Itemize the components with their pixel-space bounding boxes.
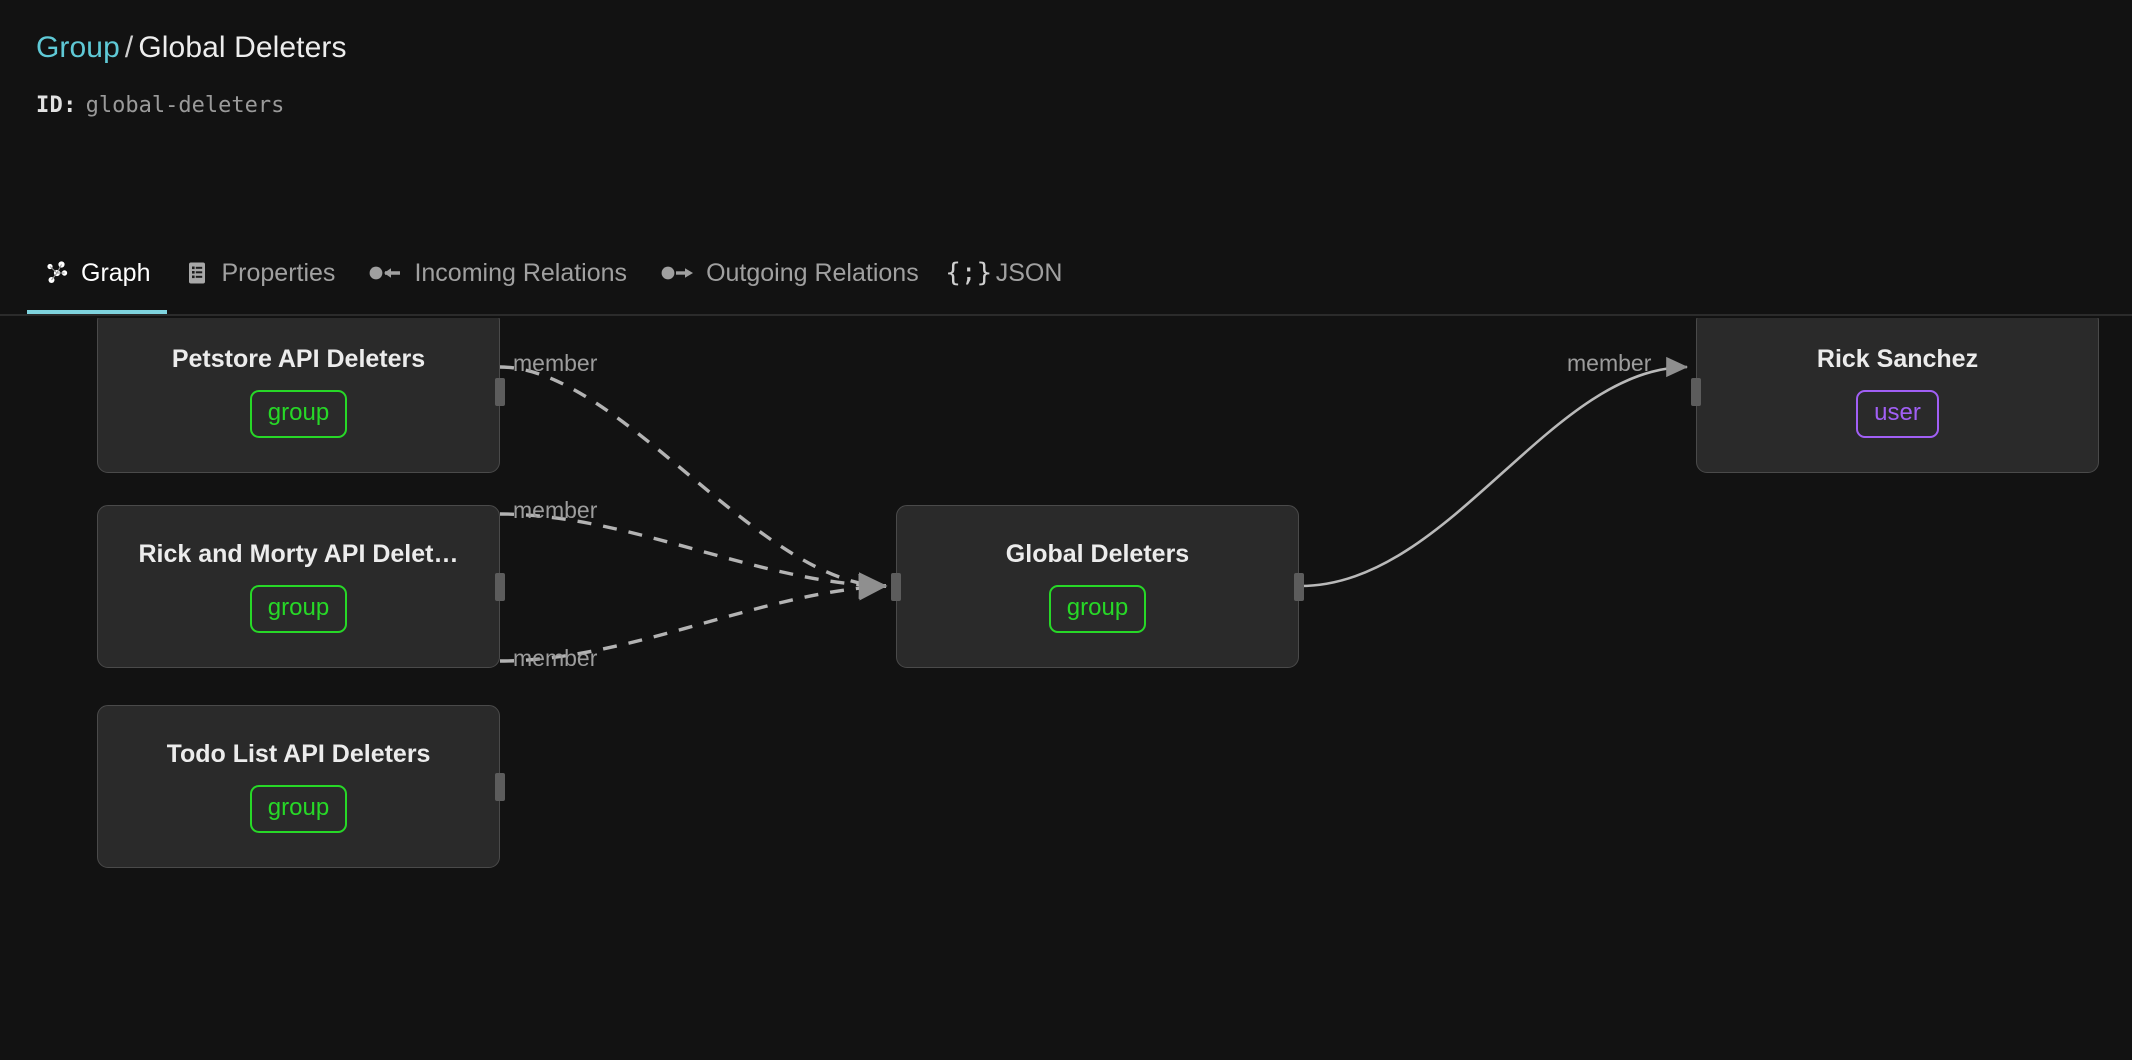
graph-node-petstore-api-deleters[interactable]: Petstore API Deleters group — [97, 318, 505, 473]
json-icon: {;} — [945, 258, 993, 288]
tab-outgoing-relations-label: Outgoing Relations — [706, 258, 919, 287]
graph-canvas[interactable]: member member member member Petstore API… — [0, 318, 2132, 1060]
node-kind-badge: group — [249, 585, 348, 633]
tab-graph-label: Graph — [81, 258, 151, 287]
tab-incoming-relations-label: Incoming Relations — [414, 258, 628, 287]
tab-bar: Graph Properties Incoming Relations Outg… — [0, 236, 2132, 316]
graph-node-rick-sanchez[interactable]: Rick Sanchez user — [1691, 318, 2099, 473]
node-title: Todo List API Deleters — [166, 740, 431, 768]
node-source-handle[interactable] — [495, 377, 505, 406]
properties-icon — [184, 260, 210, 286]
edge-label-member-4: member — [1567, 350, 1652, 376]
node-kind-badge: group — [249, 785, 348, 833]
page-header: Group / Global Deleters ID: global-deleters — [0, 0, 2132, 118]
tab-graph[interactable]: Graph — [27, 236, 168, 314]
entity-id-label: ID: — [36, 93, 77, 118]
breadcrumb-separator: / — [124, 31, 134, 64]
node-target-handle[interactable] — [1691, 377, 1701, 406]
edge-label-member-3: member — [513, 645, 598, 671]
tab-json-label: JSON — [995, 258, 1063, 287]
incoming-relations-icon — [369, 260, 403, 286]
graph-node-todo-list-api-deleters[interactable]: Todo List API Deleters group — [97, 705, 505, 868]
edge-member-1 — [499, 365, 888, 600]
tab-incoming-relations[interactable]: Incoming Relations — [352, 236, 644, 314]
entity-id-row: ID: global-deleters — [36, 93, 2132, 118]
node-kind-badge: group — [1048, 585, 1147, 633]
edge-label-member-1: member — [513, 350, 598, 376]
breadcrumb-type-link[interactable]: Group — [36, 31, 120, 64]
graph-icon — [44, 260, 70, 286]
tab-properties[interactable]: Properties — [167, 236, 352, 314]
node-source-handle[interactable] — [495, 572, 505, 601]
page-title: Global Deleters — [138, 31, 347, 64]
node-source-handle[interactable] — [1294, 572, 1304, 601]
edge-label-member-2: member — [513, 497, 598, 523]
tab-json[interactable]: {;} JSON — [936, 236, 1080, 314]
node-kind-badge: group — [249, 390, 348, 438]
breadcrumb: Group / Global Deleters — [36, 30, 2132, 66]
tab-properties-label: Properties — [221, 258, 336, 287]
graph-node-global-deleters[interactable]: Global Deleters group — [891, 505, 1304, 668]
node-kind-badge: user — [1856, 390, 1939, 438]
node-target-handle[interactable] — [891, 572, 901, 601]
node-title: Rick and Morty API Delet… — [138, 540, 459, 568]
node-title: Global Deleters — [1005, 540, 1190, 568]
graph-node-rick-and-morty-api-deleters[interactable]: Rick and Morty API Delet… group — [97, 505, 505, 668]
edge-member-4 — [1299, 356, 1689, 588]
tab-outgoing-relations[interactable]: Outgoing Relations — [644, 236, 936, 314]
node-title: Rick Sanchez — [1816, 345, 1979, 373]
node-title: Petstore API Deleters — [171, 345, 426, 373]
edge-member-2 — [499, 512, 888, 599]
node-source-handle[interactable] — [495, 772, 505, 801]
entity-id-value: global-deleters — [85, 93, 285, 118]
outgoing-relations-icon — [661, 260, 695, 286]
